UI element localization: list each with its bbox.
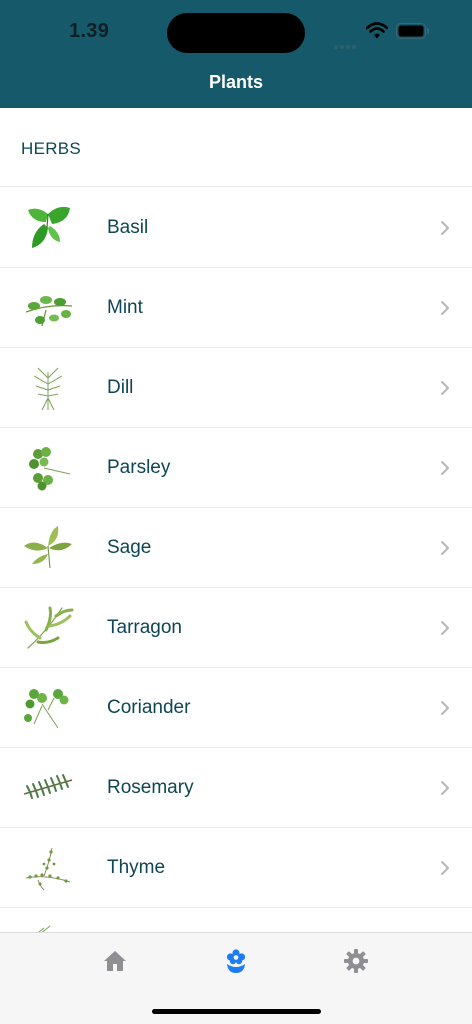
chevron-right-icon: [441, 381, 449, 395]
chevron-right-icon: [441, 221, 449, 235]
list-item-label: Basil: [107, 217, 149, 238]
chevron-right-icon: [441, 621, 449, 635]
list-item-label: Parsley: [107, 457, 171, 478]
mint-icon: [25, 296, 73, 327]
list-item-basil[interactable]: Basil: [0, 188, 472, 268]
signal-icon: [334, 36, 358, 54]
list-item-label: Rosemary: [107, 777, 194, 798]
list-item-sage[interactable]: Sage: [0, 508, 472, 588]
wifi-icon: [366, 22, 388, 39]
list-item-label: Coriander: [107, 697, 191, 718]
list-item-tarragon[interactable]: Tarragon: [0, 588, 472, 668]
list-item-label: Sage: [107, 537, 152, 558]
section-label: HERBS: [21, 139, 82, 158]
list-item-coriander[interactable]: Coriander: [0, 668, 472, 748]
basil-icon: [28, 206, 70, 248]
status-icons: [334, 20, 434, 49]
nav-bar: 1.39 Plants: [0, 0, 472, 108]
list-item-label: Mint: [107, 297, 143, 318]
home-icon[interactable]: [102, 948, 128, 974]
chevron-right-icon: [441, 861, 449, 875]
herb-list: Basil Mint Dill Parsley Sage Tarragon Co…: [0, 188, 472, 988]
list-item-label: Dill: [107, 377, 134, 398]
gear-icon[interactable]: [343, 948, 369, 974]
list-item-parsley[interactable]: Parsley: [0, 428, 472, 508]
sage-icon: [24, 526, 72, 569]
tarragon-icon: [24, 606, 74, 649]
battery-icon: [396, 23, 429, 39]
list-item-mint[interactable]: Mint: [0, 268, 472, 348]
dynamic-island: [167, 13, 305, 53]
chevron-right-icon: [441, 781, 449, 795]
list-item-thyme[interactable]: Thyme: [0, 828, 472, 908]
coriander-icon: [24, 689, 69, 729]
chevron-right-icon: [441, 461, 449, 475]
home-indicator: [152, 1009, 321, 1014]
list-item-label: Tarragon: [107, 617, 182, 638]
list-item-dill[interactable]: Dill: [0, 348, 472, 428]
chevron-right-icon: [441, 301, 449, 315]
section-header: HERBS: [0, 108, 472, 187]
chevron-right-icon: [441, 541, 449, 555]
thyme-icon: [25, 847, 71, 891]
rosemary-icon: [23, 774, 73, 799]
list-item-label: Thyme: [107, 857, 166, 878]
page-title: Plants: [208, 72, 264, 92]
chevron-right-icon: [441, 701, 449, 715]
list-item-rosemary[interactable]: Rosemary: [0, 748, 472, 828]
dill-icon: [33, 367, 63, 411]
parsley-icon: [29, 447, 71, 491]
status-time: 1.39: [69, 20, 110, 42]
plant-icon[interactable]: [223, 948, 249, 974]
